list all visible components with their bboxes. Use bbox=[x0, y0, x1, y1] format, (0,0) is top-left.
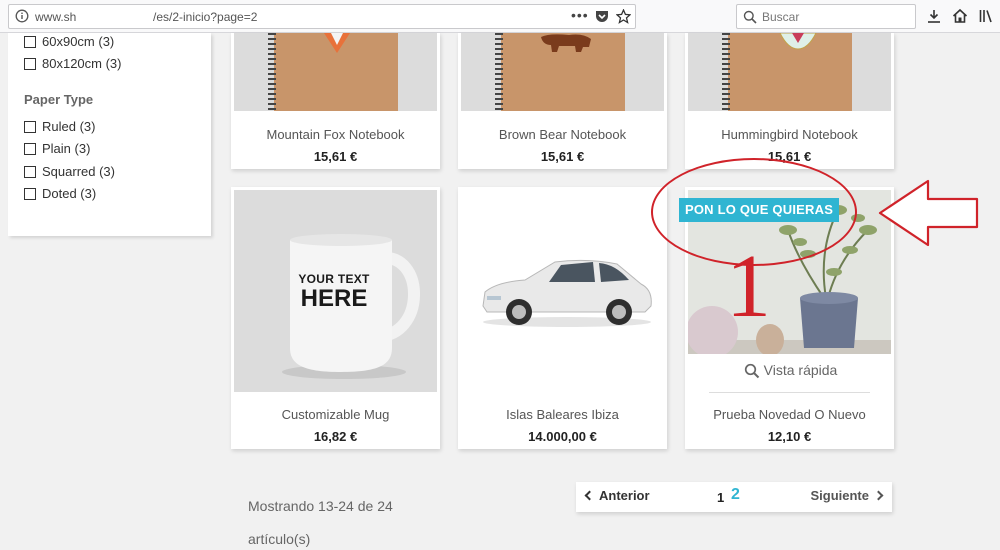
filter-paper-squarred[interactable]: Squarred (3) bbox=[24, 164, 115, 179]
product-name[interactable]: Hummingbird Notebook bbox=[685, 127, 894, 142]
product-card-mountain-fox[interactable]: Mountain Fox Notebook 15,61 € bbox=[231, 33, 440, 169]
mug-text-line-2: HERE bbox=[300, 285, 368, 312]
fox-illustration bbox=[324, 33, 350, 53]
checkbox[interactable] bbox=[24, 165, 36, 178]
pagination-page-1[interactable]: 1 bbox=[717, 490, 724, 505]
chevron-left-icon bbox=[584, 490, 595, 501]
filter-paper-ruled[interactable]: Ruled (3) bbox=[24, 119, 95, 134]
checkbox[interactable] bbox=[24, 187, 36, 200]
products-count-text: Mostrando 13-24 de 24 artículo(s) bbox=[248, 498, 393, 547]
checkbox[interactable] bbox=[24, 120, 36, 133]
notebook-spiral bbox=[722, 33, 730, 111]
quick-view-link[interactable]: Vista rápida bbox=[685, 362, 894, 378]
filter-size-80x120[interactable]: 80x120cm (3) bbox=[24, 56, 121, 71]
notebook-spiral bbox=[495, 33, 503, 111]
filter-sidebar: 60x90cm (3) 80x120cm (3) Paper Type Rule… bbox=[8, 33, 211, 236]
annotation-number: 1 bbox=[726, 237, 771, 336]
product-image[interactable] bbox=[461, 190, 664, 392]
notebook-spiral bbox=[268, 33, 276, 111]
home-icon[interactable] bbox=[952, 8, 968, 24]
product-price: 16,82 € bbox=[313, 429, 358, 444]
pagination: Anterior 1 2 Siguiente bbox=[576, 482, 892, 512]
browser-toolbar: www.sh /es/2-inicio?page=2 ••• Buscar bbox=[0, 0, 1000, 33]
bookmark-star-icon[interactable] bbox=[616, 9, 631, 24]
product-image[interactable] bbox=[688, 33, 891, 111]
hummingbird-illustration bbox=[779, 33, 817, 50]
pocket-icon[interactable] bbox=[595, 10, 609, 23]
bear-illustration bbox=[541, 34, 591, 52]
library-icon[interactable] bbox=[978, 8, 994, 24]
product-name[interactable]: Brown Bear Notebook bbox=[458, 127, 667, 142]
product-name[interactable]: Prueba Novedad O Nuevo bbox=[685, 407, 894, 422]
filter-paper-doted[interactable]: Doted (3) bbox=[24, 186, 96, 201]
filter-size-60x90[interactable]: 60x90cm (3) bbox=[24, 34, 114, 49]
product-card-brown-bear[interactable]: Brown Bear Notebook 15,61 € bbox=[458, 33, 667, 169]
page-actions-menu-icon[interactable]: ••• bbox=[571, 7, 589, 23]
product-price: 14.000,00 € bbox=[528, 429, 597, 444]
product-price: 15,61 € bbox=[540, 149, 585, 164]
pagination-page-2-current[interactable]: 2 bbox=[731, 486, 740, 504]
downloads-icon[interactable] bbox=[926, 8, 942, 24]
filter-label: 60x90cm (3) bbox=[42, 34, 115, 49]
product-name[interactable]: Mountain Fox Notebook bbox=[231, 127, 440, 142]
pagination-previous[interactable]: Anterior bbox=[584, 488, 650, 503]
product-image[interactable] bbox=[461, 33, 664, 111]
filter-label: Plain (3) bbox=[42, 141, 91, 156]
filter-label: Squarred (3) bbox=[42, 164, 115, 179]
url-bar[interactable]: www.sh /es/2-inicio?page=2 ••• bbox=[8, 4, 636, 29]
pagination-previous-label: Anterior bbox=[599, 488, 650, 503]
url-path: /es/2-inicio?page=2 bbox=[153, 10, 258, 24]
filter-label: Ruled (3) bbox=[42, 119, 96, 134]
browser-search-bar[interactable]: Buscar bbox=[736, 4, 916, 29]
mug-text-line-1: YOUR TEXT bbox=[298, 272, 370, 286]
url-host: www.sh bbox=[35, 10, 77, 24]
info-icon[interactable] bbox=[15, 9, 29, 23]
pagination-next-label: Siguiente bbox=[810, 488, 869, 503]
filter-label: 80x120cm (3) bbox=[42, 56, 122, 71]
filter-label: Doted (3) bbox=[42, 186, 97, 201]
search-icon bbox=[743, 10, 757, 24]
product-price: 15,61 € bbox=[313, 149, 358, 164]
chevron-right-icon bbox=[873, 490, 884, 501]
checkbox[interactable] bbox=[24, 57, 36, 70]
search-placeholder: Buscar bbox=[762, 10, 800, 24]
product-card-customizable-mug[interactable]: YOUR TEXT HERE Customizable Mug 16,82 € bbox=[231, 187, 440, 449]
product-image[interactable]: YOUR TEXT HERE bbox=[234, 190, 437, 392]
product-name[interactable]: Islas Baleares Ibiza bbox=[458, 407, 667, 422]
product-image[interactable] bbox=[234, 33, 437, 111]
checkbox[interactable] bbox=[24, 142, 36, 155]
product-price: 12,10 € bbox=[767, 429, 812, 444]
filter-paper-plain[interactable]: Plain (3) bbox=[24, 141, 90, 156]
facet-title-paper-type: Paper Type bbox=[24, 92, 94, 107]
product-card-islas-baleares-ibiza[interactable]: Islas Baleares Ibiza 14.000,00 € bbox=[458, 187, 667, 449]
product-card-hummingbird[interactable]: Hummingbird Notebook 15,61 € bbox=[685, 33, 894, 169]
annotation-arrow-icon bbox=[878, 179, 979, 247]
checkbox[interactable] bbox=[24, 35, 36, 48]
product-name[interactable]: Customizable Mug bbox=[231, 407, 440, 422]
divider bbox=[709, 392, 870, 393]
car-illustration bbox=[482, 259, 652, 327]
pagination-next[interactable]: Siguiente bbox=[810, 488, 884, 503]
